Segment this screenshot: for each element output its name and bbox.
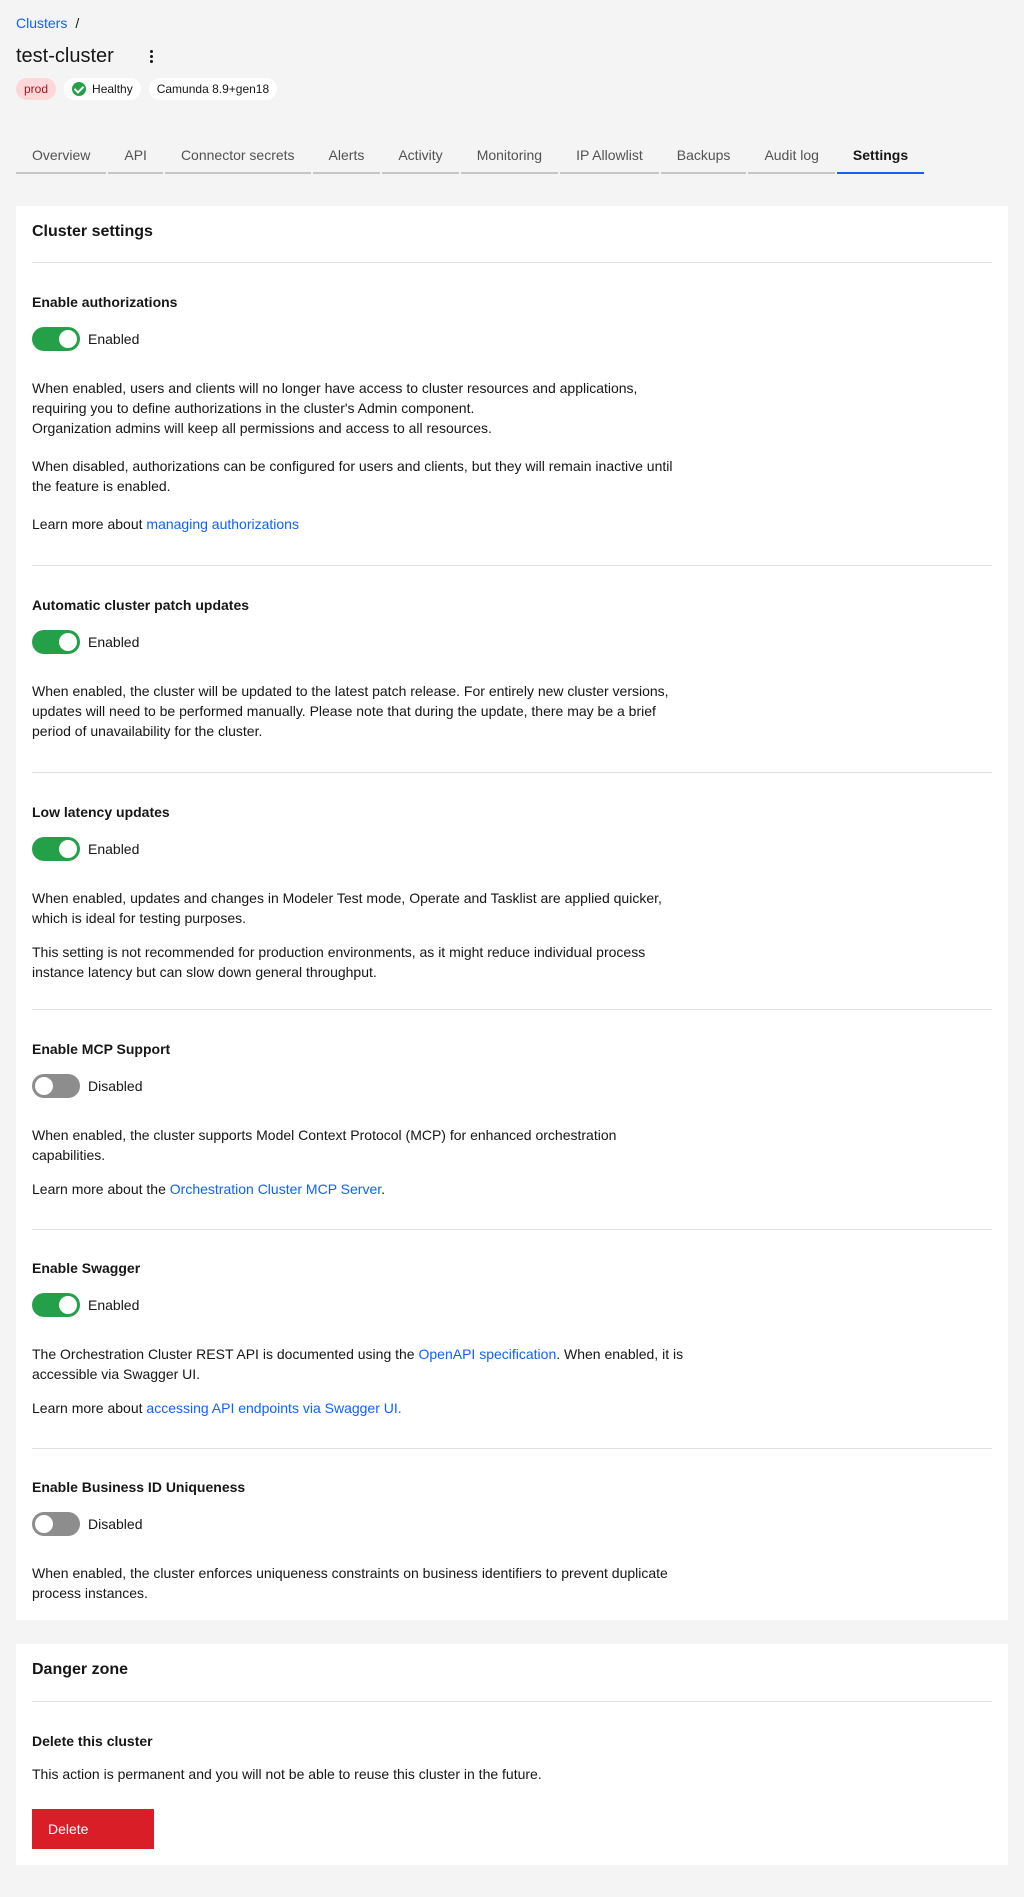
- toggle-switch[interactable]: [32, 630, 80, 654]
- health-label: Healthy: [92, 82, 133, 96]
- mcp-state: Disabled: [88, 1078, 143, 1094]
- mcp-desc: When enabled, the cluster supports Model…: [32, 1127, 617, 1163]
- tab-overview[interactable]: Overview: [16, 138, 107, 174]
- mcp-server-link[interactable]: Orchestration Cluster MCP Server: [170, 1181, 381, 1197]
- delete-cluster-desc: This action is permanent and you will no…: [32, 1766, 542, 1782]
- tab-api[interactable]: API: [108, 138, 163, 174]
- mcp-toggle[interactable]: Disabled: [32, 1074, 142, 1098]
- health-tag: Healthy: [64, 78, 141, 100]
- tab-audit-log[interactable]: Audit log: [748, 138, 835, 174]
- mcp-title: Enable MCP Support: [32, 1041, 171, 1057]
- divider: [32, 1009, 992, 1010]
- low-latency-warning: This setting is not recommended for prod…: [32, 944, 646, 980]
- authorizations-learn-more: Learn more about managing authorizations: [32, 514, 692, 534]
- breadcrumb-separator: /: [75, 15, 80, 31]
- cluster-settings-title: Cluster settings: [32, 223, 153, 240]
- tab-activity[interactable]: Activity: [382, 138, 459, 174]
- swagger-desc: The Orchestration Cluster REST API is do…: [32, 1344, 692, 1384]
- divider: [32, 1448, 992, 1449]
- patch-updates-desc: When enabled, the cluster will be update…: [32, 683, 669, 739]
- low-latency-desc: When enabled, updates and changes in Mod…: [32, 890, 662, 926]
- toggle-switch[interactable]: [32, 1293, 80, 1317]
- toggle-switch[interactable]: [32, 1074, 80, 1098]
- check-circle-icon: [72, 82, 87, 96]
- danger-zone-title: Danger zone: [32, 1661, 129, 1678]
- cluster-settings-card: Cluster settings Enable authorizations E…: [16, 206, 1008, 1620]
- low-latency-toggle[interactable]: Enabled: [32, 837, 139, 861]
- authorizations-desc-line3: Organization admins will keep all permis…: [32, 420, 492, 436]
- swagger-title: Enable Swagger: [32, 1260, 141, 1276]
- authorizations-toggle[interactable]: Enabled: [32, 327, 139, 351]
- divider: [32, 1229, 992, 1230]
- breadcrumb-link-clusters[interactable]: Clusters: [16, 15, 67, 31]
- low-latency-title: Low latency updates: [32, 804, 170, 820]
- patch-updates-toggle[interactable]: Enabled: [32, 630, 139, 654]
- business-id-toggle[interactable]: Disabled: [32, 1512, 142, 1536]
- swagger-desc-text: The Orchestration Cluster REST API is do…: [32, 1346, 419, 1362]
- openapi-spec-link[interactable]: OpenAPI specification: [418, 1346, 556, 1362]
- managing-authorizations-link[interactable]: managing authorizations: [146, 516, 299, 532]
- learn-more-text: Learn more about the: [32, 1181, 170, 1197]
- toggle-switch[interactable]: [32, 327, 80, 351]
- mcp-learn-more: Learn more about the Orchestration Clust…: [32, 1179, 692, 1199]
- authorizations-desc-line1: When enabled, users and clients will no …: [32, 380, 638, 396]
- tab-bar: Overview API Connector secrets Alerts Ac…: [16, 138, 926, 174]
- swagger-ui-link[interactable]: accessing API endpoints via Swagger UI.: [146, 1400, 401, 1416]
- divider: [32, 1701, 992, 1702]
- patch-updates-state: Enabled: [88, 634, 140, 650]
- tab-connector-secrets[interactable]: Connector secrets: [164, 138, 311, 174]
- delete-button[interactable]: Delete: [32, 1809, 154, 1849]
- patch-updates-title: Automatic cluster patch updates: [32, 597, 250, 613]
- divider: [32, 565, 992, 566]
- swagger-learn-more: Learn more about accessing API endpoints…: [32, 1398, 692, 1418]
- swagger-toggle[interactable]: Enabled: [32, 1293, 139, 1317]
- tab-monitoring[interactable]: Monitoring: [460, 138, 559, 174]
- toggle-switch[interactable]: [32, 1512, 80, 1536]
- authorizations-desc-line2: requiring you to define authorizations i…: [32, 400, 475, 416]
- version-tag: Camunda 8.9+gen18: [148, 78, 278, 100]
- divider: [32, 262, 992, 263]
- tab-backups[interactable]: Backups: [660, 138, 747, 174]
- overflow-menu-icon[interactable]: [144, 44, 160, 68]
- tab-ip-allowlist[interactable]: IP Allowlist: [560, 138, 659, 174]
- business-id-title: Enable Business ID Uniqueness: [32, 1479, 246, 1495]
- learn-more-text: Learn more about: [32, 516, 147, 532]
- cluster-tags: prod Healthy Camunda 8.9+gen18: [16, 78, 278, 100]
- tab-settings[interactable]: Settings: [836, 138, 925, 174]
- page-title: test-cluster: [16, 44, 114, 67]
- authorizations-title: Enable authorizations: [32, 294, 178, 310]
- business-id-desc: When enabled, the cluster enforces uniqu…: [32, 1565, 668, 1601]
- low-latency-state: Enabled: [88, 841, 140, 857]
- divider: [32, 772, 992, 773]
- period: .: [381, 1181, 386, 1197]
- learn-more-text: Learn more about: [32, 1400, 147, 1416]
- authorizations-disabled-desc: When disabled, authorizations can be con…: [32, 458, 673, 494]
- toggle-switch[interactable]: [32, 837, 80, 861]
- env-tag: prod: [16, 78, 57, 100]
- delete-cluster-title: Delete this cluster: [32, 1733, 153, 1749]
- swagger-state: Enabled: [88, 1297, 140, 1313]
- danger-zone-card: Danger zone Delete this cluster This act…: [16, 1644, 1008, 1865]
- tab-alerts[interactable]: Alerts: [312, 138, 381, 174]
- authorizations-desc: When enabled, users and clients will no …: [32, 378, 692, 438]
- authorizations-state: Enabled: [88, 331, 140, 347]
- title-row: test-cluster: [16, 44, 160, 68]
- business-id-state: Disabled: [88, 1516, 143, 1532]
- breadcrumb: Clusters /: [16, 15, 79, 31]
